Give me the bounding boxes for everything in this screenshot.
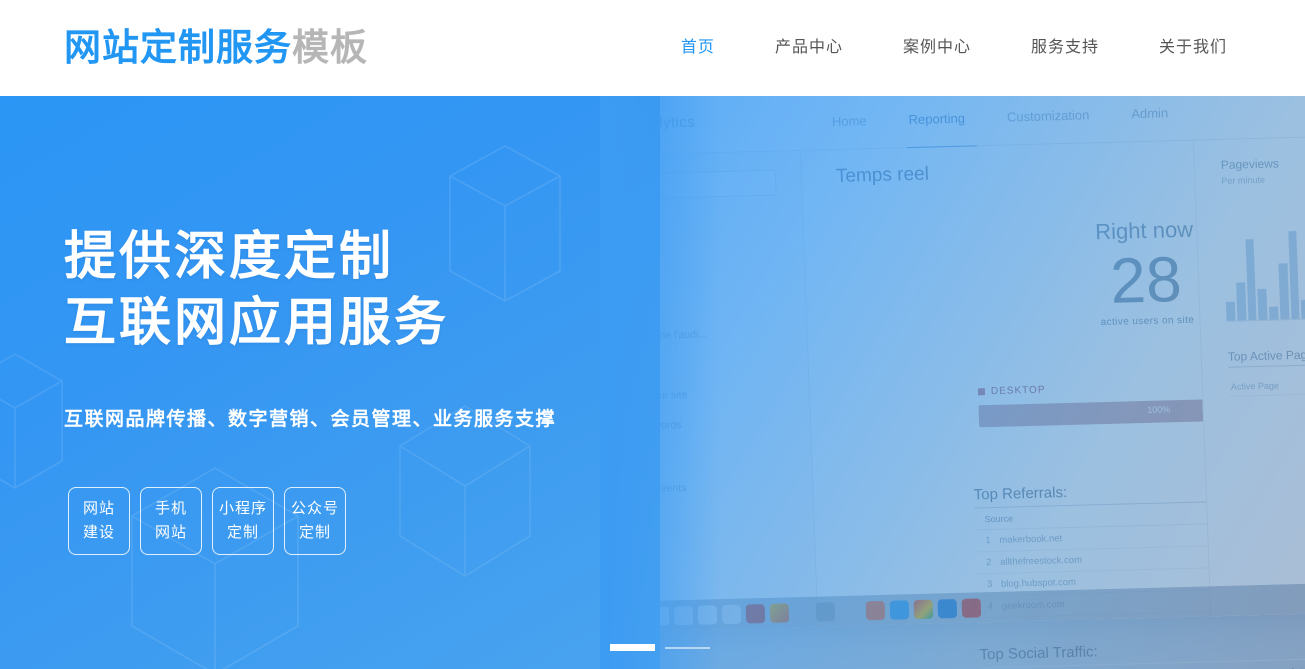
cube-decoration-icon <box>440 136 570 311</box>
logo-secondary-text: 模板 <box>292 27 368 68</box>
service-tag-website[interactable]: 网站 建设 <box>68 487 130 555</box>
cube-decoration-icon <box>0 346 70 496</box>
site-header: 网站定制服务模板 首页 产品中心 案例中心 服务支持 关于我们 <box>0 0 1305 96</box>
nav-item-support[interactable]: 服务支持 <box>1001 0 1129 96</box>
site-logo[interactable]: 网站定制服务模板 <box>64 18 368 78</box>
nav-item-cases[interactable]: 案例中心 <box>873 0 1001 96</box>
hero-banner: Fut Ngspc Red TB BlogNest Brain Pickings… <box>0 96 1305 669</box>
nav-item-about[interactable]: 关于我们 <box>1129 0 1257 96</box>
carousel-indicators <box>610 644 710 651</box>
hero-gradient-panel <box>0 96 720 669</box>
hero-title: 提供深度定制 互联网应用服务 <box>64 224 449 356</box>
carousel-indicator-2[interactable] <box>665 646 710 649</box>
service-tag-official-account[interactable]: 公众号 定制 <box>284 487 346 555</box>
hero-service-tags: 网站 建设 手机 网站 小程序 定制 公众号 定制 <box>68 487 346 555</box>
main-navigation: 首页 产品中心 案例中心 服务支持 关于我们 <box>651 0 1257 96</box>
service-tag-mobile[interactable]: 手机 网站 <box>140 487 202 555</box>
hero-title-line1: 提供深度定制 <box>64 228 395 286</box>
service-tag-miniprogram[interactable]: 小程序 定制 <box>212 487 274 555</box>
hero-title-line2: 互联网应用服务 <box>64 294 450 352</box>
hero-subtitle: 互联网品牌传播、数字营销、会员管理、业务服务支撑 <box>64 409 557 430</box>
nav-item-products[interactable]: 产品中心 <box>745 0 873 96</box>
carousel-indicator-1[interactable] <box>610 644 655 651</box>
logo-primary-text: 网站定制服务 <box>64 27 292 68</box>
nav-item-home[interactable]: 首页 <box>651 0 745 96</box>
